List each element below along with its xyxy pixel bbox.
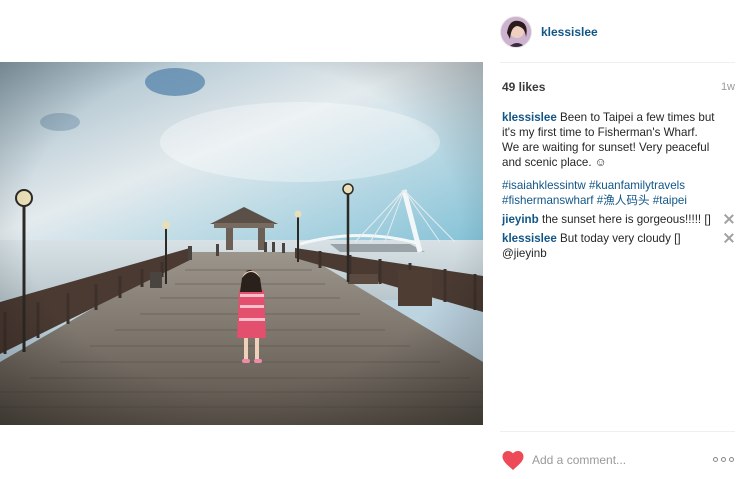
- comment-username[interactable]: klessislee: [502, 232, 557, 245]
- photo-pier-scene: [0, 62, 483, 425]
- hashtag-link[interactable]: #fishermanswharf: [502, 194, 594, 207]
- post-header: klessislee: [483, 0, 751, 62]
- post-footer: [483, 430, 751, 479]
- hashtag-link[interactable]: #漁人码头: [597, 194, 650, 207]
- comments-list: klessislee Been to Taipei a few times bu…: [502, 110, 734, 261]
- likes-count[interactable]: 49 likes: [502, 80, 545, 94]
- close-icon[interactable]: [724, 233, 734, 243]
- add-comment-input[interactable]: [532, 450, 692, 470]
- avatar[interactable]: [500, 16, 532, 48]
- hashtag-link[interactable]: #taipei: [653, 194, 687, 207]
- caption-hashtags: #isaiahklessintw #kuanfamilytravels #fis…: [502, 178, 734, 208]
- hashtag-link[interactable]: #kuanfamilytravels: [589, 179, 685, 192]
- post-photo[interactable]: [0, 62, 483, 425]
- heart-icon[interactable]: [501, 449, 525, 471]
- more-options-icon[interactable]: [713, 457, 735, 463]
- comment-username[interactable]: jieyinb: [502, 213, 539, 226]
- post-sidebar: klessislee 49 likes 1w klessislee Been t…: [483, 0, 751, 479]
- post-author-username[interactable]: klessislee: [541, 25, 598, 39]
- comment-item: klessislee But today very cloudy [] @jie…: [502, 231, 734, 261]
- post-age[interactable]: 1w: [721, 81, 735, 93]
- comment-item: jieyinb the sunset here is gorgeous!!!!!…: [502, 212, 734, 227]
- avatar-image: [501, 17, 531, 47]
- caption-username[interactable]: klessislee: [502, 111, 557, 124]
- header-divider: [500, 62, 735, 63]
- hashtag-link[interactable]: #isaiahklessintw: [502, 179, 586, 192]
- close-icon[interactable]: [724, 214, 734, 224]
- caption: klessislee Been to Taipei a few times bu…: [502, 110, 734, 170]
- comment-text: the sunset here is gorgeous!!!!! []: [541, 213, 711, 226]
